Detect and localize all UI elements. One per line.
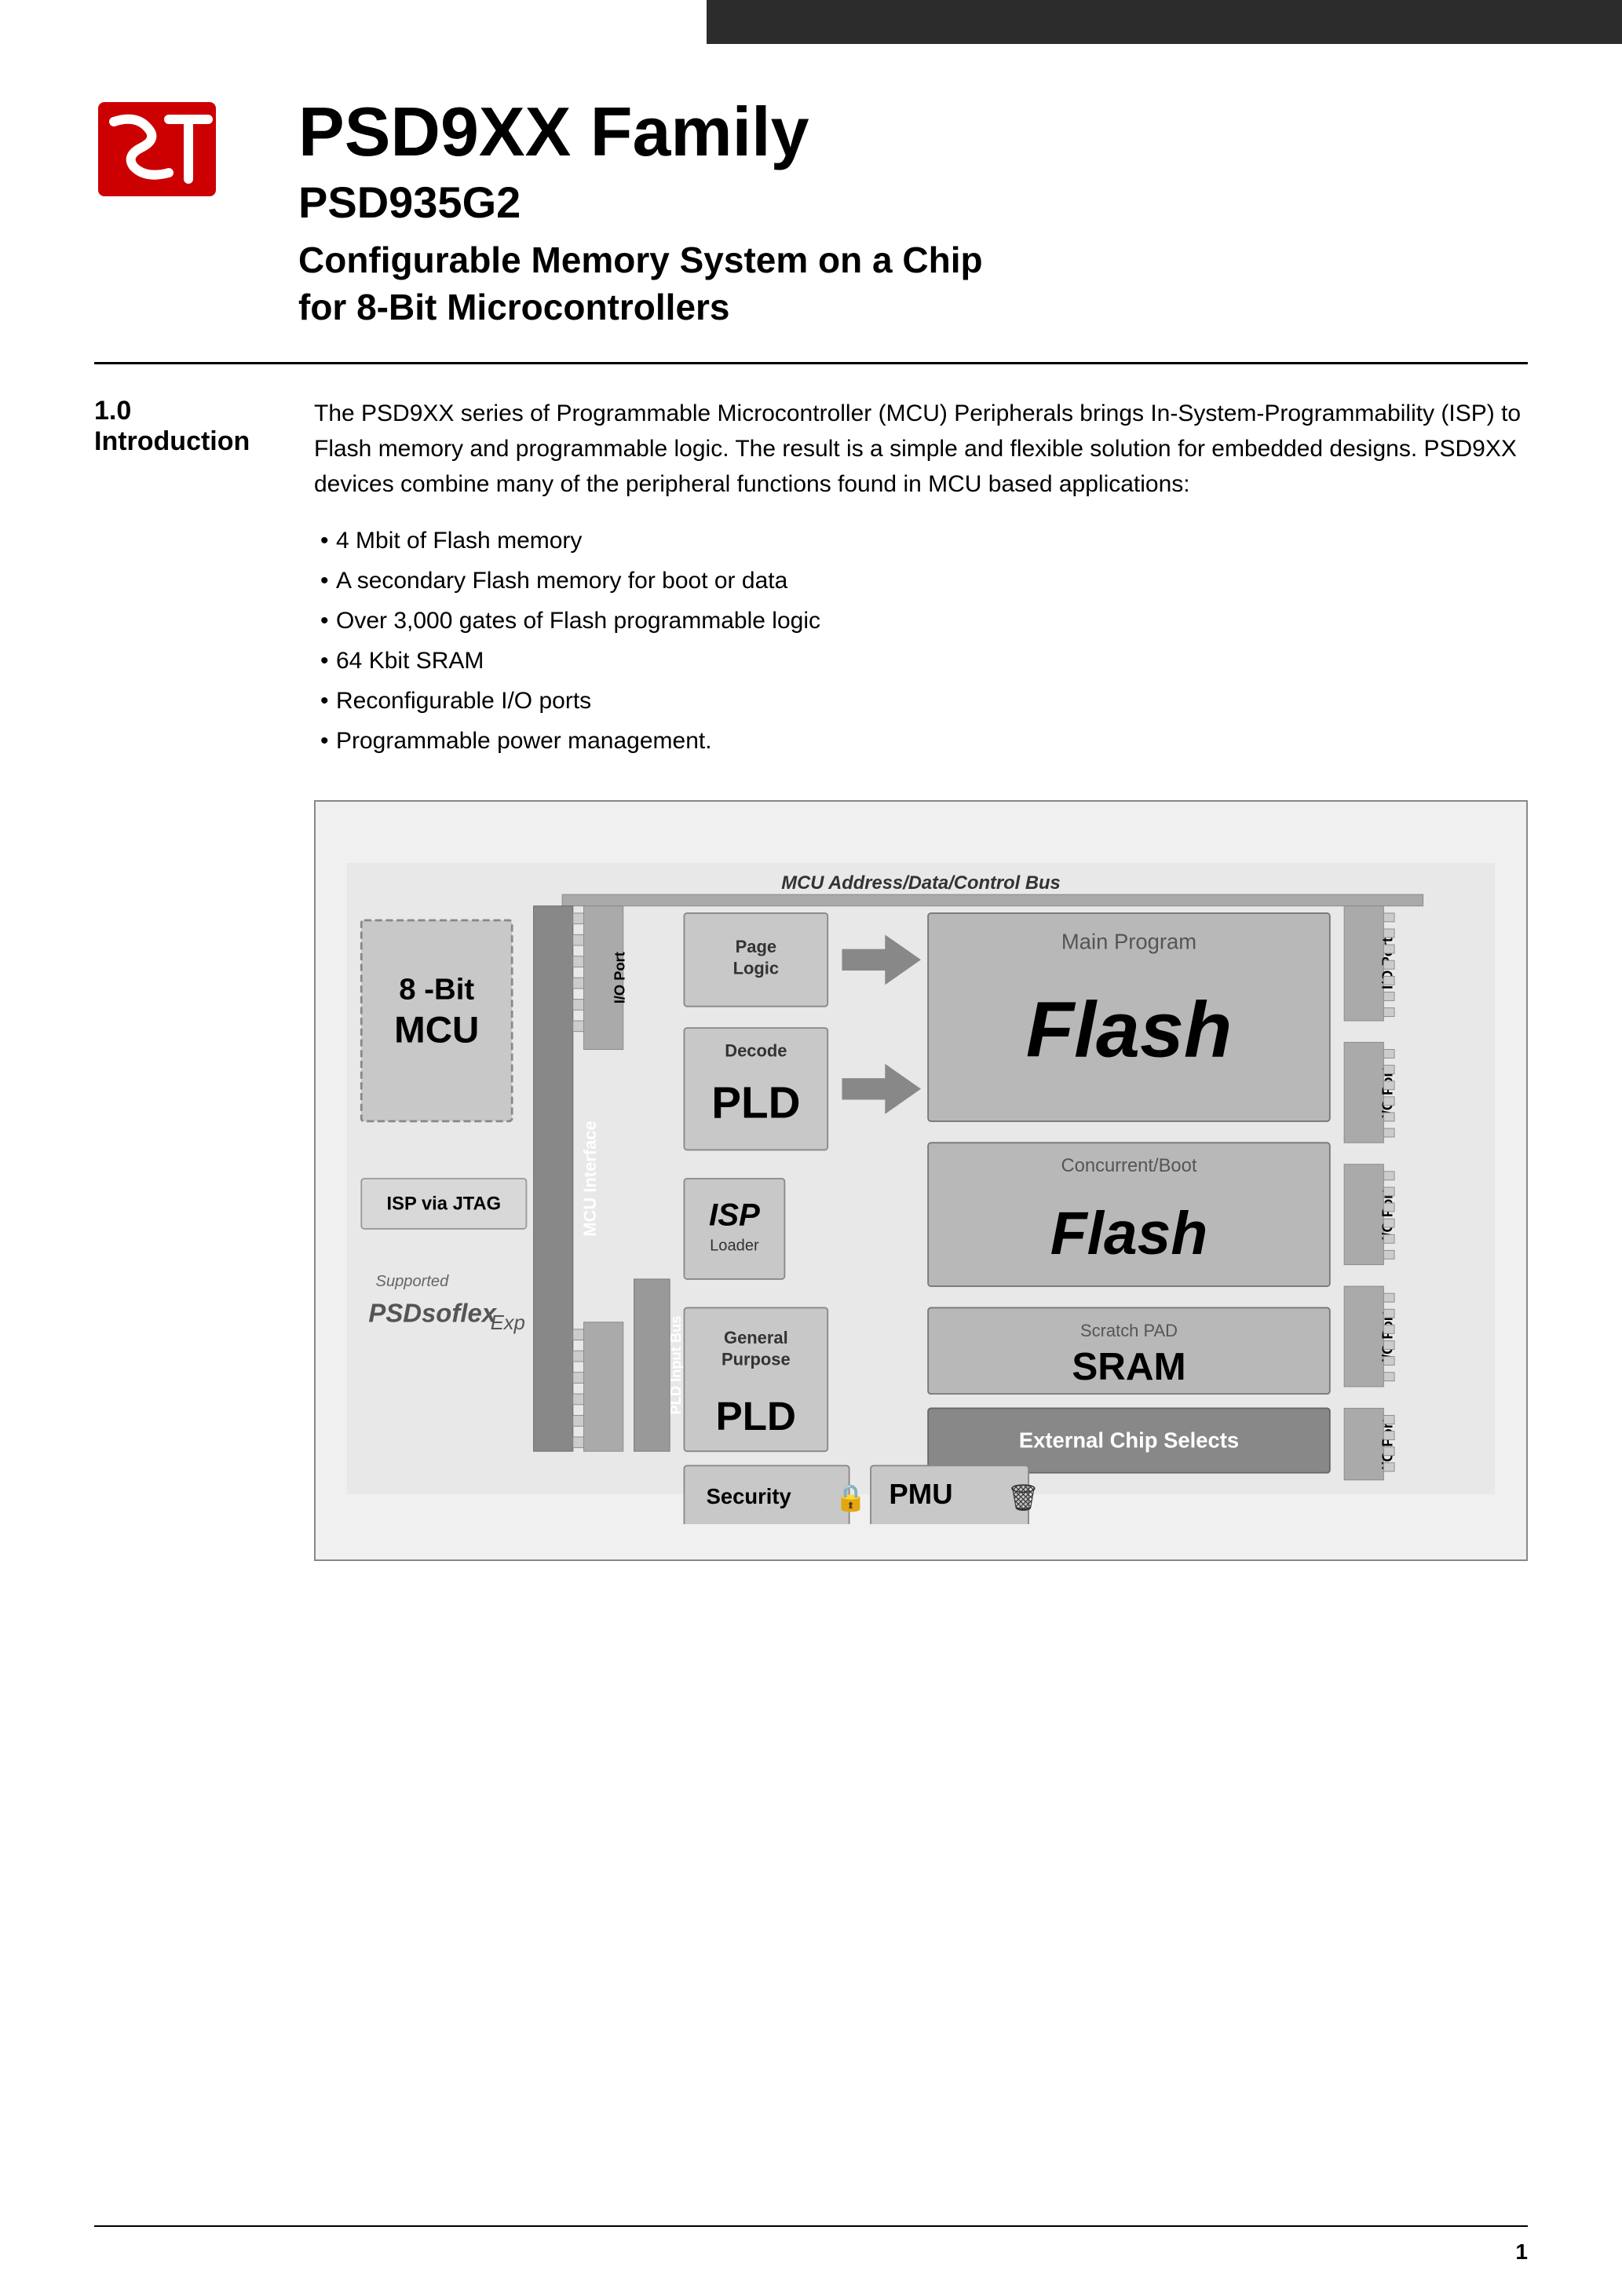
isp-label: ISP — [709, 1197, 760, 1233]
page-logic-label: Page — [736, 938, 776, 957]
lock-icon: 🔒 — [835, 1483, 867, 1513]
supported-label: Supported — [376, 1273, 450, 1290]
main-prog-label: Main Program — [1061, 930, 1196, 954]
pld-label: PLD — [711, 1079, 800, 1128]
loader-label: Loader — [710, 1238, 759, 1255]
intro-paragraph: The PSD9XX series of Programmable Microc… — [314, 396, 1528, 502]
pmu-icon: 🗑 — [1007, 1483, 1040, 1512]
mcu-name-label: MCU — [394, 1010, 479, 1051]
ext-chip-label: External Chip Selects — [1019, 1428, 1239, 1453]
bullet-item: A secondary Flash memory for boot or dat… — [314, 561, 1528, 601]
io-port-left-1: I/O Port — [612, 952, 628, 1004]
jtag-label: ISP via JTAG — [387, 1194, 502, 1215]
page-footer: 1 — [94, 2225, 1528, 2265]
subtitle-desc: Configurable Memory System on a Chip for… — [298, 237, 1528, 331]
main-flash-label: Flash — [1026, 986, 1233, 1074]
architecture-diagram: MCU Address/Data/Control Bus 8 -Bit MCU … — [347, 833, 1495, 1524]
header-bar — [707, 0, 1622, 44]
main-title: PSD9XX Family — [298, 94, 1528, 170]
bus-label: MCU Address/Data/Control Bus — [781, 872, 1060, 894]
sram-label: SRAM — [1072, 1345, 1185, 1388]
st-logo — [94, 94, 236, 220]
io-port-right-2: I/O Port — [1379, 1067, 1395, 1119]
title-section: PSD9XX Family PSD935G2 Configurable Memo… — [94, 94, 1528, 331]
section-content: The PSD9XX series of Programmable Microc… — [314, 396, 1528, 1561]
section-number: 1.0 — [94, 396, 283, 426]
gp-label2: Purpose — [721, 1350, 791, 1369]
section-title: Introduction — [94, 426, 283, 457]
section-divider — [94, 362, 1528, 364]
mcu-interface-label: MCU Interface — [580, 1121, 600, 1237]
gp-pld-label: PLD — [716, 1394, 796, 1439]
bullet-item: 64 Kbit SRAM — [314, 641, 1528, 681]
gp-label1: General — [724, 1329, 788, 1348]
boot-label: Concurrent/Boot — [1061, 1155, 1197, 1176]
scratch-label: Scratch PAD — [1080, 1321, 1178, 1340]
security-label: Security — [707, 1484, 792, 1508]
exp-label: Exp — [491, 1312, 525, 1334]
page-logic-label2: Logic — [733, 959, 779, 978]
io-port-right-4: I/O Port — [1379, 1311, 1395, 1362]
io-port-right-3: I/O Port — [1379, 1189, 1395, 1241]
bullet-item: 4 Mbit of Flash memory — [314, 521, 1528, 561]
io-port-right-5: I/O Port — [1379, 1418, 1395, 1470]
diagram-container: MCU Address/Data/Control Bus 8 -Bit MCU … — [314, 800, 1528, 1561]
psdsoft-label: PSDsoflex — [368, 1299, 497, 1328]
bullet-item: Programmable power management. — [314, 721, 1528, 761]
decode-label: Decode — [725, 1041, 787, 1061]
title-text: PSD9XX Family PSD935G2 Configurable Memo… — [298, 94, 1528, 331]
subtitle-model: PSD935G2 — [298, 177, 1528, 228]
bullet-item: Over 3,000 gates of Flash programmable l… — [314, 601, 1528, 641]
section-label: 1.0 Introduction — [94, 396, 314, 1561]
feature-list: 4 Mbit of Flash memory A secondary Flash… — [314, 521, 1528, 761]
bullet-item: Reconfigurable I/O ports — [314, 681, 1528, 721]
pmu-label: PMU — [889, 1478, 952, 1510]
intro-section: 1.0 Introduction The PSD9XX series of Pr… — [94, 396, 1528, 1561]
pld-input-bus-label: PLD Input Bus — [667, 1316, 684, 1415]
boot-flash-label: Flash — [1050, 1201, 1207, 1267]
page-number: 1 — [1515, 2239, 1528, 2265]
mcu-bit-label: 8 -Bit — [399, 973, 474, 1007]
